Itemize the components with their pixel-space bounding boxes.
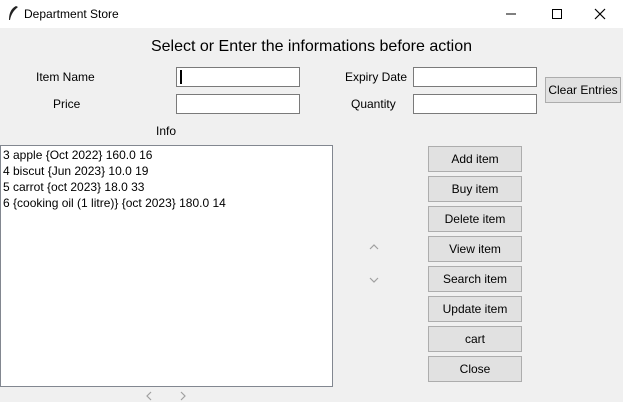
expiry-date-input[interactable] [413, 67, 537, 87]
info-label: Info [156, 124, 177, 138]
expiry-date-label: Expiry Date [345, 70, 408, 84]
window-title: Department Store [24, 7, 119, 21]
items-listbox[interactable]: 3 apple {Oct 2022} 160.0 16 4 biscut {Ju… [0, 145, 333, 387]
list-item[interactable]: 6 {cooking oil (1 litre)} {oct 2023} 180… [3, 195, 330, 211]
chevron-left-icon[interactable] [144, 391, 154, 401]
price-label: Price [53, 97, 81, 111]
list-item[interactable]: 5 carrot {oct 2023} 18.0 33 [3, 179, 330, 195]
list-item[interactable]: 4 biscut {Jun 2023} 10.0 19 [3, 163, 330, 179]
chevron-down-icon[interactable] [369, 275, 379, 285]
delete-item-button[interactable]: Delete item [428, 206, 522, 232]
quantity-input[interactable] [413, 94, 537, 114]
cart-button[interactable]: cart [428, 326, 522, 352]
add-item-button[interactable]: Add item [428, 146, 522, 172]
minimize-button[interactable] [488, 0, 534, 28]
text-cursor [180, 70, 182, 84]
chevron-right-icon[interactable] [178, 391, 188, 401]
feather-icon [9, 6, 18, 20]
close-icon [594, 8, 606, 20]
view-item-button[interactable]: View item [428, 236, 522, 262]
search-item-button[interactable]: Search item [428, 266, 522, 292]
item-name-input[interactable] [176, 67, 300, 87]
list-item[interactable]: 3 apple {Oct 2022} 160.0 16 [3, 147, 330, 163]
buy-item-button[interactable]: Buy item [428, 176, 522, 202]
title-bar[interactable]: Department Store [0, 0, 623, 28]
close-button[interactable]: Close [428, 356, 522, 382]
close-window-button[interactable] [577, 0, 623, 28]
chevron-up-icon[interactable] [369, 242, 379, 252]
price-input[interactable] [176, 94, 300, 114]
page-heading: Select or Enter the informations before … [150, 38, 473, 55]
item-name-label: Item Name [36, 70, 95, 84]
clear-entries-button[interactable]: Clear Entries [545, 77, 621, 103]
maximize-button[interactable] [534, 0, 580, 28]
maximize-icon [552, 9, 562, 19]
minimize-icon [506, 13, 516, 15]
quantity-label: Quantity [351, 97, 396, 111]
update-item-button[interactable]: Update item [428, 296, 522, 322]
